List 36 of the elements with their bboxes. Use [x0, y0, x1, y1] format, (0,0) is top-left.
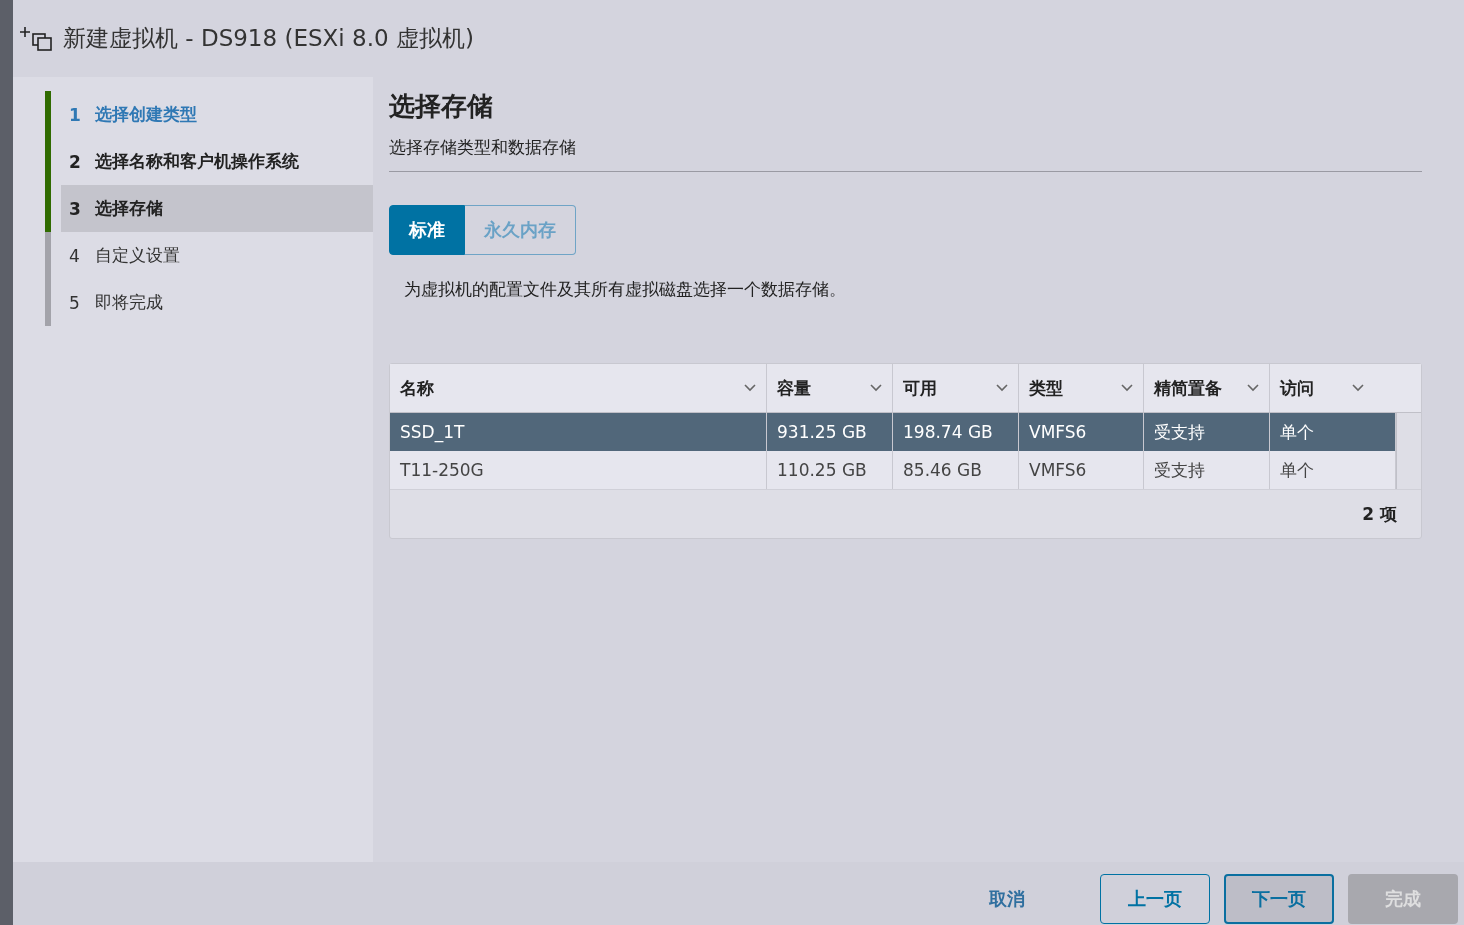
table-cell: SSD_1T [400, 422, 465, 442]
table-cell: 110.25 GB [777, 460, 867, 480]
wizard-step[interactable]: 4 自定义设置 [51, 232, 373, 279]
column-header[interactable]: 类型 [1019, 364, 1144, 412]
wizard-step[interactable]: 3 选择存储 [61, 185, 373, 232]
table-cell: 受支持 [1154, 420, 1205, 444]
page-heading: 选择存储 [389, 90, 494, 123]
wizard-button[interactable]: 取消 [952, 873, 1062, 924]
column-header[interactable]: 访问 [1270, 364, 1396, 412]
table-cell: 单个 [1280, 420, 1314, 444]
chevron-down-icon[interactable] [1121, 384, 1133, 392]
table-cell: 85.46 GB [903, 460, 982, 480]
column-header[interactable]: 容量 [767, 364, 893, 412]
page-subheading: 选择存储类型和数据存储 [389, 136, 1422, 172]
column-header[interactable]: 精简置备 [1144, 364, 1270, 412]
wizard-step[interactable]: 2 选择名称和客户机操作系统 [51, 138, 373, 185]
table-cell: VMFS6 [1029, 422, 1087, 442]
description-text: 为虚拟机的配置文件及其所有虚拟磁盘选择一个数据存储。 [404, 278, 847, 301]
item-count: 2 项 [1362, 502, 1397, 526]
table-cell: T11-250G [400, 460, 484, 480]
table-cell: VMFS6 [1029, 460, 1087, 480]
chevron-down-icon[interactable] [870, 384, 882, 392]
chevron-down-icon[interactable] [1247, 384, 1259, 392]
column-header[interactable]: 名称 [390, 364, 767, 412]
table-cell: 单个 [1280, 458, 1314, 482]
column-header[interactable]: 可用 [893, 364, 1019, 412]
new-vm-icon [19, 25, 53, 52]
table-cell: 198.74 GB [903, 422, 993, 442]
wizard-step[interactable]: 5 即将完成 [51, 279, 373, 326]
table-cell: 受支持 [1154, 458, 1205, 482]
chevron-down-icon[interactable] [996, 384, 1008, 392]
dialog-title: 新建虚拟机 - DS918 (ESXi 8.0 虚拟机) [63, 24, 474, 53]
chevron-down-icon[interactable] [1352, 384, 1364, 392]
storage-type-tab[interactable]: 标准 [389, 205, 465, 255]
chevron-down-icon[interactable] [744, 384, 756, 392]
table-cell: 931.25 GB [777, 422, 867, 442]
